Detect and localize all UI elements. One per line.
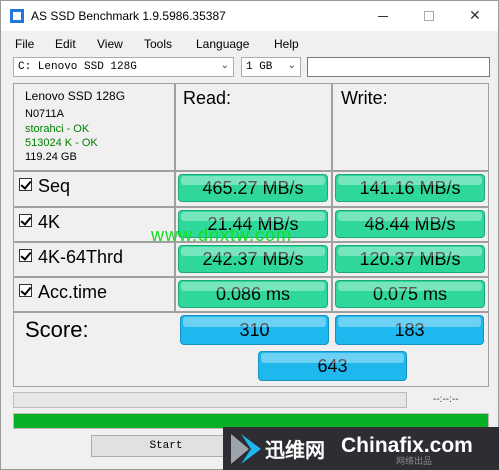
drive-select[interactable]: C: Lenovo SSD 128G ⌄ [13,57,234,77]
menu-tools[interactable]: Tools [144,37,172,51]
seq-label: Seq [38,176,71,196]
4k-write-result: 48.44 MB/s [335,210,485,238]
seq-write-result: 141.16 MB/s [335,174,485,202]
menu-view[interactable]: View [97,37,123,51]
app-window: AS SSD Benchmark 1.9.5986.35387 ✕ File E… [0,0,499,470]
menu-file[interactable]: File [15,37,34,51]
close-icon: ✕ [469,8,481,24]
4k-label: 4K [38,212,61,232]
acc-read-result: 0.086 ms [178,280,328,308]
chevron-down-icon: ⌄ [220,60,229,71]
menu-bar: File Edit View Tools Language Help [1,34,498,54]
drive-capacity: 119.24 GB [25,151,77,163]
4k64-read-result: 242.37 MB/s [178,245,328,273]
score-write: 183 [335,315,484,345]
acc-time-label: Acc.time [38,282,108,302]
4k64-write-result: 120.37 MB/s [335,245,485,273]
logo-sub-text: 网络出品 [396,457,433,467]
seq-test-toggle[interactable]: Seq [19,176,70,197]
logo-mark [231,434,261,464]
acc-time-test-toggle[interactable]: Acc.time [19,282,107,303]
acc-write-result: 0.075 ms [335,280,485,308]
minimize-button[interactable] [360,1,406,31]
write-header-cell: Write: [332,83,489,171]
menu-help[interactable]: Help [274,37,299,51]
minimize-icon [378,16,388,17]
test-progress-bar [13,392,407,408]
size-select[interactable]: 1 GB ⌄ [241,57,301,77]
title-bar: AS SSD Benchmark 1.9.5986.35387 ✕ [1,1,498,31]
size-select-value: 1 GB [246,61,273,73]
checkbox-checked-icon[interactable] [19,214,32,227]
drive-info-panel: Lenovo SSD 128G N0711A storahci - OK 513… [13,83,175,171]
4k-test-toggle[interactable]: 4K [19,212,60,233]
write-header: Write: [341,88,388,108]
checkbox-checked-icon[interactable] [19,249,32,262]
total-progress-fill [14,414,488,428]
score-label: Score: [25,317,89,342]
text-input[interactable] [307,57,490,77]
read-header: Read: [183,88,232,108]
alignment-status: 513024 K - OK [25,137,98,149]
app-icon [10,9,24,23]
checkbox-checked-icon[interactable] [19,284,32,297]
logo-cn-text: 迅维网 [265,438,325,462]
menu-language[interactable]: Language [196,37,249,51]
window-title: AS SSD Benchmark 1.9.5986.35387 [31,9,226,23]
watermark-text: www.dnxtw.com [151,225,293,245]
drive-model: Lenovo SSD 128G [25,89,126,103]
score-read: 310 [180,315,329,345]
driver-status: storahci - OK [25,123,90,135]
seq-read-result: 465.27 MB/s [178,174,328,202]
checkbox-checked-icon[interactable] [19,178,32,191]
menu-edit[interactable]: Edit [55,37,76,51]
maximize-button[interactable] [406,1,452,31]
close-button[interactable]: ✕ [452,1,498,31]
score-total: 643 [258,351,407,381]
4k64-label: 4K-64Thrd [38,247,124,267]
chevron-down-icon: ⌄ [287,60,296,71]
elapsed-time: --:--:-- [433,394,459,405]
drive-select-value: C: Lenovo SSD 128G [18,61,137,73]
start-button[interactable]: Start [91,435,241,457]
read-header-cell: Read: [175,83,332,171]
4k64-test-toggle[interactable]: 4K-64Thrd [19,247,123,268]
drive-firmware: N0711A [25,108,64,120]
maximize-icon [424,11,434,21]
